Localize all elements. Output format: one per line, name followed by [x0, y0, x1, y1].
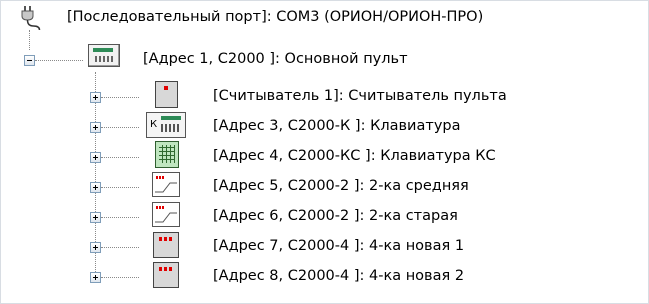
controller-2-icon [152, 202, 180, 227]
device-tree: [Последовательный порт]: COM3 (ОРИОН/ОРИ… [0, 0, 649, 304]
tree-node-child[interactable]: [Адрес 5, С2000-2 ]: 2-ка средняя [0, 169, 649, 199]
control-panel-icon [88, 44, 120, 67]
tree-node-label[interactable]: [Адрес 1, С2000 ]: Основной пульт [143, 50, 408, 68]
expand-icon[interactable] [90, 122, 101, 133]
expand-icon[interactable] [90, 152, 101, 163]
expand-icon[interactable] [90, 272, 101, 283]
tree-node-child[interactable]: [Адрес 6, С2000-2 ]: 2-ка старая [0, 199, 649, 229]
expand-icon[interactable] [90, 242, 101, 253]
controller-4-icon [153, 262, 179, 288]
tree-node-child[interactable]: [Адрес 8, С2000-4 ]: 4-ка новая 2 [0, 259, 649, 289]
tree-node-child[interactable]: [Считыватель 1]: Считыватель пульта [0, 79, 649, 109]
tree-node-panel[interactable]: [Адрес 1, С2000 ]: Основной пульт [0, 40, 649, 70]
tree-node-label[interactable]: [Адрес 5, С2000-2 ]: 2-ка средняя [213, 177, 469, 195]
keyboard-k-icon: К [146, 112, 186, 138]
expand-icon[interactable] [90, 182, 101, 193]
tree-node-label[interactable]: [Адрес 6, С2000-2 ]: 2-ка старая [213, 207, 458, 225]
serial-port-plug-icon [21, 6, 41, 31]
tree-node-label[interactable]: [Адрес 8, С2000-4 ]: 4-ка новая 2 [213, 267, 464, 285]
tree-node-label[interactable]: [Адрес 7, С2000-4 ]: 4-ка новая 1 [213, 237, 464, 255]
controller-2-icon [152, 172, 180, 197]
collapse-icon[interactable] [24, 55, 35, 66]
tree-node-label[interactable]: [Считыватель 1]: Считыватель пульта [213, 87, 507, 105]
tree-node-label[interactable]: [Последовательный порт]: COM3 (ОРИОН/ОРИ… [67, 8, 483, 26]
controller-4-icon [153, 232, 179, 258]
tree-node-label[interactable]: [Адрес 4, С2000-КС ]: Клавиатура КС [213, 147, 496, 165]
tree-node-child[interactable]: [Адрес 4, С2000-КС ]: Клавиатура КС [0, 139, 649, 169]
tree-node-child[interactable]: [Адрес 7, С2000-4 ]: 4-ка новая 1 [0, 229, 649, 259]
keyboard-kc-icon [155, 141, 179, 168]
tree-node-root[interactable]: [Последовательный порт]: COM3 (ОРИОН/ОРИ… [0, 3, 649, 33]
tree-node-label[interactable]: [Адрес 3, С2000-К ]: Клавиатура [213, 117, 460, 135]
reader-device-icon [155, 81, 178, 108]
expand-icon[interactable] [90, 92, 101, 103]
tree-node-child[interactable]: К [Адрес 3, С2000-К ]: Клавиатура [0, 109, 649, 139]
expand-icon[interactable] [90, 212, 101, 223]
